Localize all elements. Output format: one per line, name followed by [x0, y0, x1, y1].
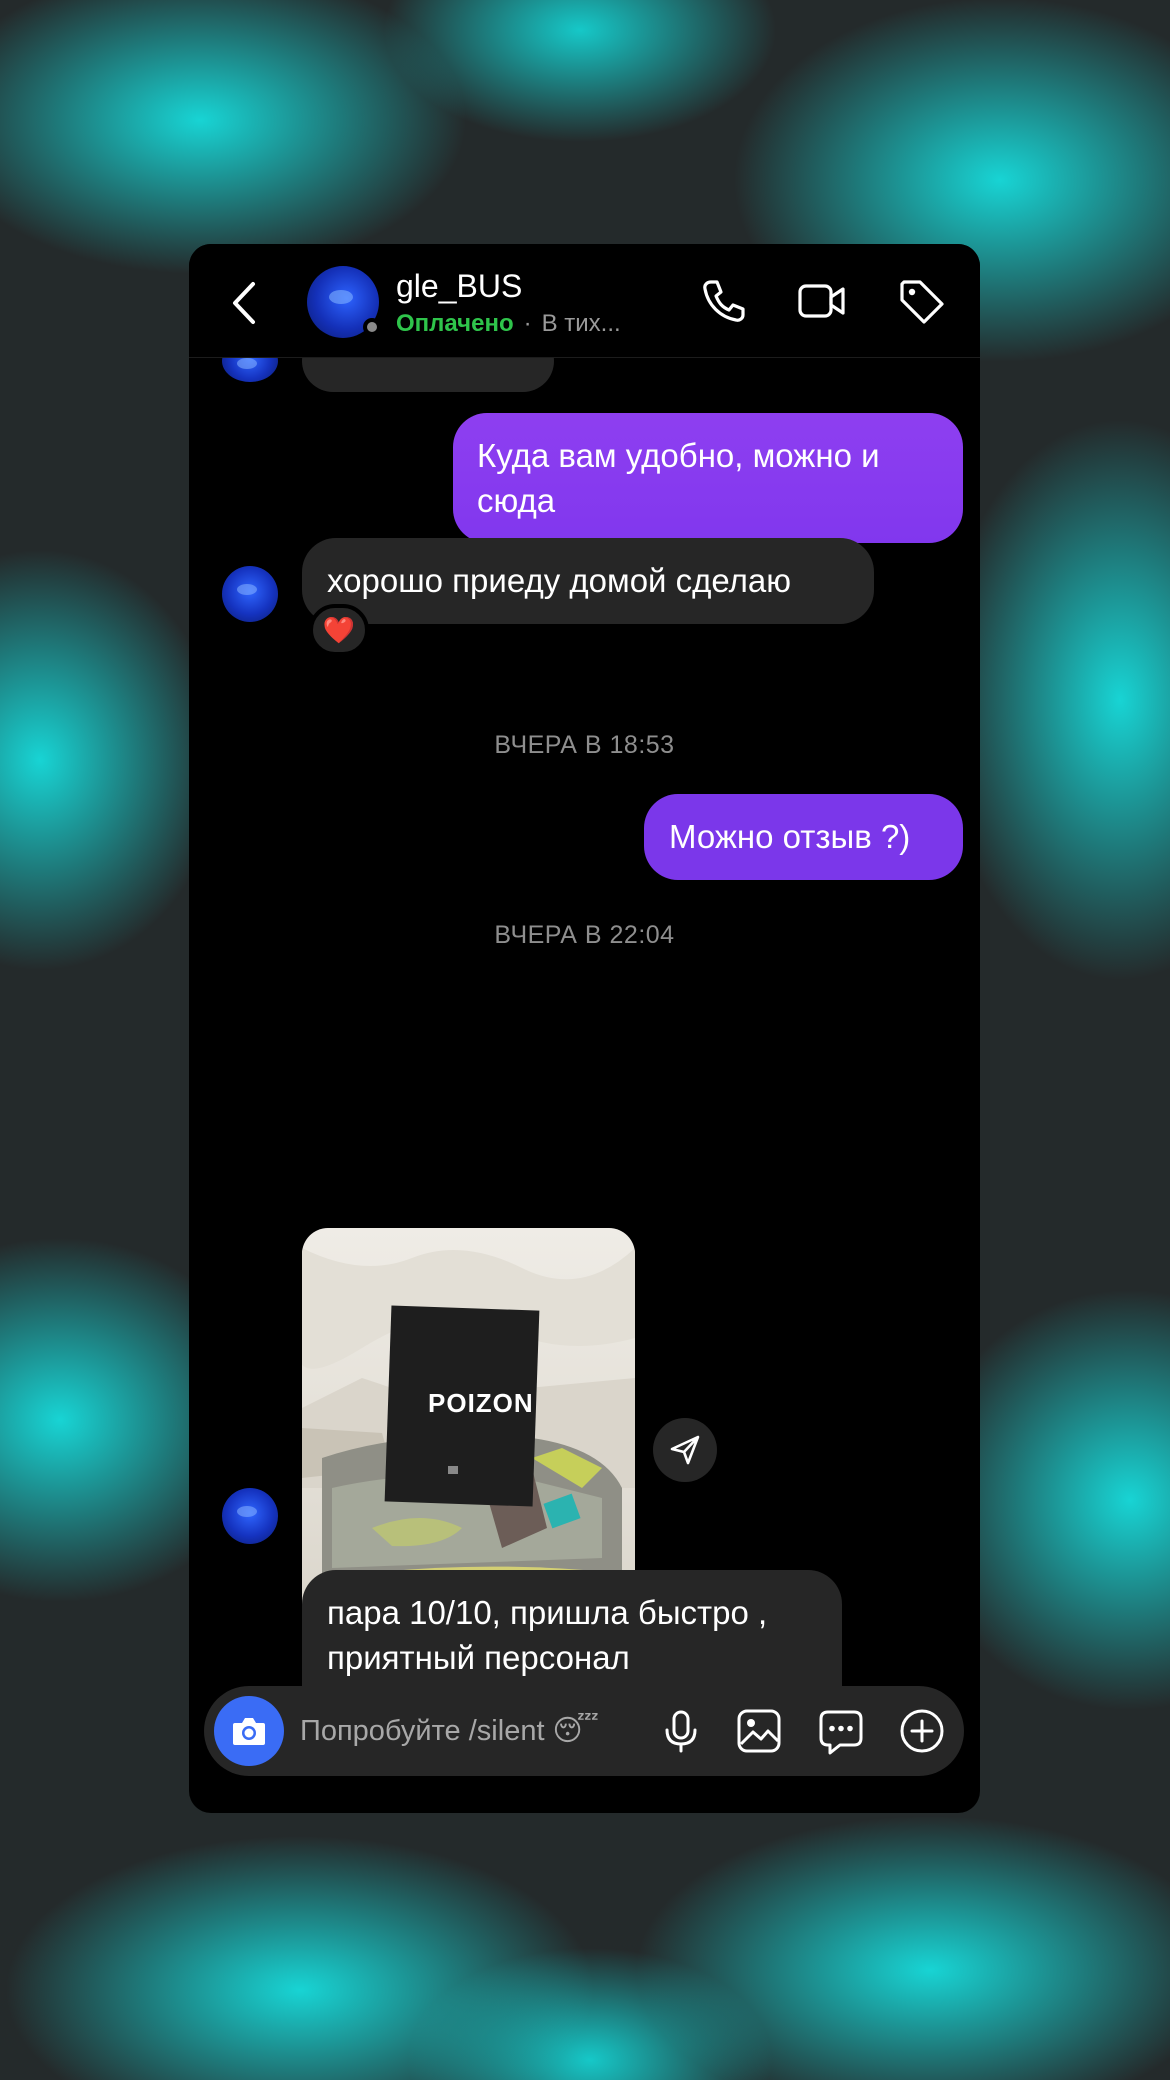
tag-icon[interactable]	[896, 276, 946, 326]
send-icon	[670, 1435, 700, 1465]
photo-brand-label: POIZON	[428, 1388, 534, 1418]
payment-status-label: Оплачено	[396, 310, 514, 337]
gallery-icon[interactable]	[734, 1706, 784, 1756]
message-bubble-outgoing[interactable]: Можно отзыв ?)	[644, 794, 963, 880]
message-list: Куда вам удобно, можно и сюда хорошо при…	[189, 330, 980, 1780]
timestamp: ВЧЕРА В 18:53	[494, 731, 675, 759]
message-bubble-outgoing[interactable]: Куда вам удобно, можно и сюда	[453, 413, 963, 543]
chat-bubble-icon[interactable]	[816, 1706, 866, 1756]
message-composer	[204, 1686, 964, 1776]
video-icon[interactable]	[797, 276, 847, 326]
heart-reaction[interactable]: ❤️	[309, 604, 369, 656]
message-input[interactable]	[300, 1704, 640, 1758]
chat-header: gle_BUS Оплачено · В тих...	[189, 244, 980, 358]
plus-icon[interactable]	[897, 1706, 947, 1756]
camera-icon	[233, 1718, 265, 1745]
contact-name[interactable]: gle_BUS	[396, 268, 522, 305]
phone-icon[interactable]	[698, 276, 748, 326]
sender-avatar	[222, 566, 278, 622]
chat-window: gle_BUS Оплачено · В тих... Куда вам удобн…	[189, 244, 980, 1813]
share-button[interactable]	[653, 1418, 717, 1482]
heart-icon: ❤️	[322, 614, 356, 645]
contact-subtitle: Оплачено · В тих...	[396, 310, 621, 338]
camera-button[interactable]	[214, 1696, 284, 1766]
message-bubble-incoming[interactable]: хорошо приеду домой сделаю	[302, 538, 874, 624]
sender-avatar	[222, 1488, 278, 1544]
microphone-icon[interactable]	[656, 1706, 706, 1756]
back-icon[interactable]	[229, 280, 259, 326]
timestamp: ВЧЕРА В 22:04	[494, 921, 675, 949]
subtitle-separator: ·	[523, 310, 532, 337]
status-dot	[363, 318, 381, 336]
subtitle-extra: В тих...	[541, 310, 621, 337]
